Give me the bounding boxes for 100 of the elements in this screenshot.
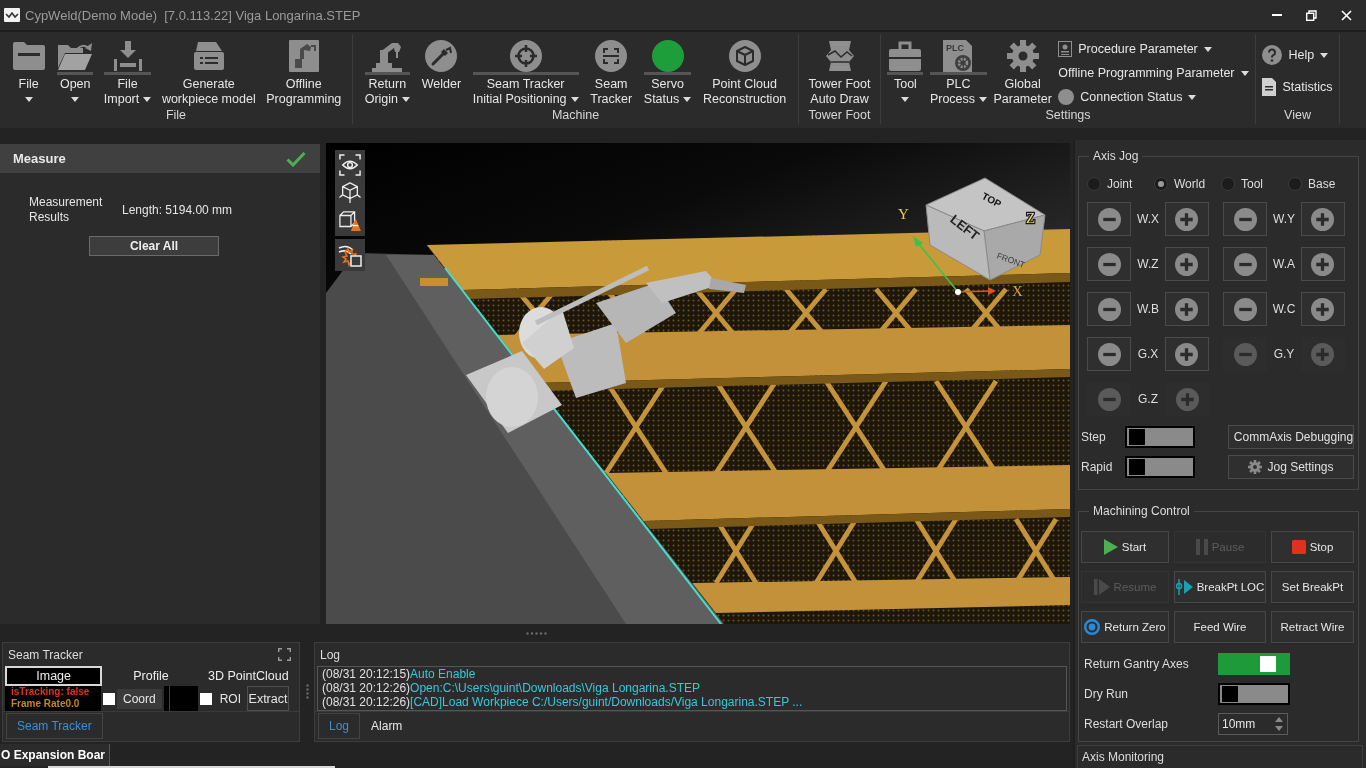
machining-button[interactable]: Feed Wire: [1174, 611, 1266, 643]
log-entry: (08/31 20:12:26)Open:C:\Users\guint\Downloads\Viga Longarina.STEP: [322, 681, 701, 695]
view-tab[interactable]: Profile: [102, 666, 200, 686]
jog-plus-button[interactable]: [1301, 292, 1345, 326]
toggle-switch[interactable]: [1218, 683, 1290, 705]
setting-label: Restart Overlap: [1084, 717, 1169, 731]
robot-tile-icon: [288, 40, 319, 72]
command-button[interactable]: Jog Settings: [1228, 455, 1354, 479]
result-value: Length: 5194.00 mm: [122, 203, 233, 217]
machining-button[interactable]: BreakPt LOC: [1174, 571, 1266, 603]
axis-label: Y: [898, 206, 909, 222]
log-entry: (08/31 20:12:15)Auto Enable: [322, 667, 476, 681]
jog-minus-button[interactable]: [1087, 202, 1131, 236]
window-title: CypWeld(Demo Mode) [7.0.113.22] Viga Longarina.STEP: [25, 7, 361, 23]
panel-tab[interactable]: O Expansion Boar: [0, 744, 111, 766]
ribbon-menu-button[interactable]: Procedure Parameter: [1058, 39, 1249, 59]
fullscreen-icon[interactable]: [278, 648, 291, 661]
panel-header: Axis Monitoring: [1077, 745, 1363, 768]
jog-minus-button[interactable]: [1223, 292, 1267, 326]
document-icon: [1262, 78, 1277, 96]
ribbon-button[interactable]: Tower Foot Auto Draw: [808, 40, 871, 107]
setting-label: Dry Run: [1084, 687, 1128, 701]
checkbox[interactable]: [199, 692, 212, 705]
jog-plus-button[interactable]: [1165, 337, 1209, 371]
machining-button[interactable]: Start: [1081, 531, 1169, 563]
mode-radio-option[interactable]: Joint: [1087, 177, 1133, 191]
mode-radio-option[interactable]: Tool: [1221, 177, 1263, 191]
machining-button[interactable]: Retract Wire: [1271, 611, 1354, 643]
cube-axes-icon[interactable]: [339, 182, 361, 204]
ribbon-menu-button[interactable]: Connection Status: [1058, 87, 1249, 107]
machining-button[interactable]: Set BreakPt: [1271, 571, 1354, 603]
view-tab[interactable]: Image: [5, 666, 103, 686]
ribbon-button[interactable]: Offline Programming: [266, 40, 342, 107]
axis-label: W.C: [1272, 302, 1296, 316]
jog-plus-button[interactable]: [1165, 202, 1209, 236]
ribbon-button[interactable]: Seam Tracker: [590, 40, 633, 107]
plus-icon: [1175, 342, 1199, 366]
number-field[interactable]: 10mm: [1218, 713, 1288, 735]
ribbon-button[interactable]: Global Parameter: [993, 40, 1052, 107]
pause-icon: [1195, 539, 1208, 555]
ribbon-button[interactable]: Open: [57, 40, 94, 107]
id-card-icon: [1058, 41, 1073, 57]
restore-icon: [1306, 9, 1317, 21]
splitter-grip-icon[interactable]: [305, 684, 309, 700]
group-label: File: [165, 108, 187, 124]
jog-plus-button[interactable]: [1165, 247, 1209, 281]
jog-minus-button[interactable]: [1087, 292, 1131, 326]
jog-plus-button[interactable]: [1301, 247, 1345, 281]
checkbox-option[interactable]: ROI: [197, 686, 248, 711]
checkbox[interactable]: [103, 692, 115, 705]
confirm-button[interactable]: [286, 150, 306, 167]
panel-tab[interactable]: Seam Tracker: [6, 713, 103, 739]
ribbon-menu-button[interactable]: Offline Programming Parameter: [1058, 63, 1249, 83]
ribbon-button[interactable]: Servo Status: [643, 40, 692, 107]
ribbon-button[interactable]: Seam Tracker Initial Positioning: [472, 40, 579, 107]
group-label: Machine: [551, 108, 600, 124]
ribbon-button[interactable]: Point Cloud Reconstruction: [702, 40, 787, 107]
machining-button[interactable]: Stop: [1271, 531, 1354, 563]
group-label: Settings: [1045, 108, 1091, 124]
ribbon-button[interactable]: Return Origin: [364, 40, 410, 107]
eye-frame-icon[interactable]: [339, 154, 361, 176]
ribbon-button[interactable]: File Import: [103, 40, 152, 107]
jog-plus-button[interactable]: [1165, 292, 1209, 326]
command-button[interactable]: CommAxis Debugging: [1228, 425, 1354, 449]
jog-minus-button[interactable]: [1087, 337, 1131, 371]
mode-radio-option[interactable]: Base: [1288, 177, 1336, 191]
log-entry: (08/31 20:12:26)[CAD]Load Workpiece C:/Users/guint/Downloads/Viga Longarina.STEP ...: [322, 695, 803, 709]
splitter-grip-icon[interactable]: [525, 631, 548, 635]
cube-cone-icon[interactable]: [339, 210, 361, 232]
minus-icon: [1097, 207, 1121, 231]
ribbon-button[interactable]: Tool: [887, 40, 924, 107]
axis-label: W.Y: [1273, 212, 1295, 226]
toggle-switch[interactable]: [1125, 426, 1195, 448]
crosshair-icon: [509, 40, 542, 72]
machining-button[interactable]: Return Zero: [1081, 611, 1169, 643]
panel-tab[interactable]: Log: [318, 713, 361, 739]
ribbon-button[interactable]: PLC PLC Process: [929, 40, 988, 107]
ribbon-button[interactable]: File: [10, 40, 47, 107]
ribbon-menu-button[interactable]: Help: [1262, 45, 1333, 65]
clear-all-button[interactable]: Clear All: [89, 236, 219, 256]
gear-icon: [1006, 40, 1039, 72]
ribbon-button[interactable]: Generate workpiece model: [161, 40, 256, 107]
axis-label: W.Z: [1137, 257, 1159, 271]
extract-button[interactable]: Extract: [247, 686, 289, 711]
jog-plus-button[interactable]: [1301, 202, 1345, 236]
minus-icon: [1233, 252, 1257, 276]
toggle-switch[interactable]: [1125, 456, 1195, 478]
plus-icon: [1311, 342, 1335, 366]
toggle-switch[interactable]: [1218, 653, 1290, 675]
ribbon-menu-button[interactable]: Statistics: [1262, 77, 1333, 97]
mode-radio-option[interactable]: World: [1154, 177, 1206, 191]
cube-face-label: TOP: [980, 190, 1004, 210]
view-tab[interactable]: 3D PointCloud: [199, 666, 297, 686]
panel-title: Measure: [13, 151, 66, 166]
jog-minus-button[interactable]: [1223, 247, 1267, 281]
resume-icon: [1093, 579, 1110, 595]
ribbon-button[interactable]: Welder: [421, 40, 462, 92]
stop-icon: [1291, 540, 1306, 554]
jog-minus-button[interactable]: [1223, 202, 1267, 236]
jog-minus-button[interactable]: [1087, 247, 1131, 281]
